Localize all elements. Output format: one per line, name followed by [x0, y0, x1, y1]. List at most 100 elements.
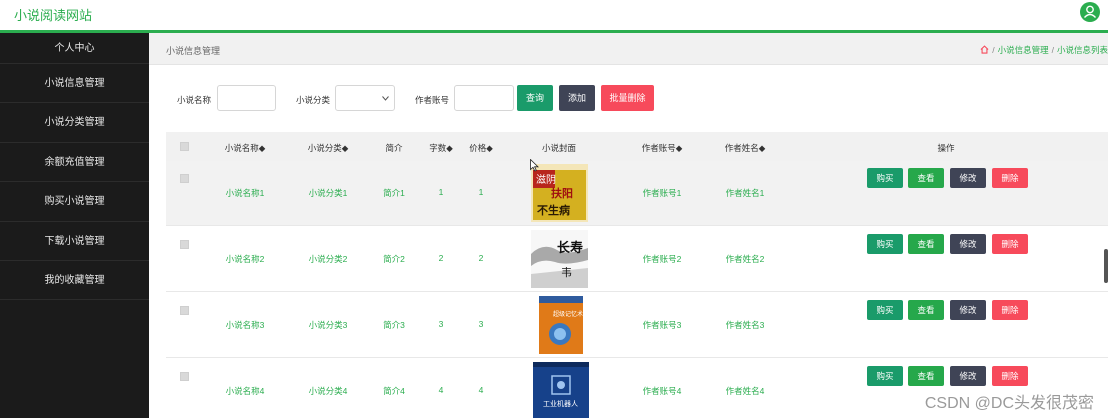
cell-name: 小说名称4 — [225, 386, 265, 396]
top-bar: 小说阅读网站 — [0, 0, 1108, 33]
edit-button[interactable]: 修改 — [950, 234, 986, 254]
sidebar-item-purchase[interactable]: 购买小说管理 — [0, 182, 149, 222]
svg-text:滋阴: 滋阴 — [536, 173, 556, 186]
cell-author-account: 作者账号3 — [642, 320, 682, 330]
svg-text:韦: 韦 — [561, 266, 572, 279]
sidebar-item-favorites[interactable]: 我的收藏管理 — [0, 261, 149, 301]
delete-button[interactable]: 删除 — [992, 300, 1028, 320]
select-all-checkbox[interactable] — [180, 142, 189, 151]
view-button[interactable]: 查看 — [908, 366, 944, 386]
cell-category: 小说分类3 — [308, 320, 348, 330]
edit-button[interactable]: 修改 — [950, 366, 986, 386]
delete-button[interactable]: 删除 — [992, 168, 1028, 188]
buy-button[interactable]: 购买 — [867, 366, 903, 386]
novel-cover-image: 工业机器人 — [533, 362, 589, 418]
table-row: 小说名称1 小说分类1 简介1 1 1 滋阴 扶阳 不生病 作者账号1 作者姓名… — [166, 161, 1108, 226]
cell-intro: 简介1 — [383, 188, 405, 198]
cell-author-account: 作者账号2 — [642, 254, 682, 264]
novel-cover-image: 长寿 韦 — [531, 230, 588, 288]
cell-words: 2 — [438, 253, 444, 263]
view-button[interactable]: 查看 — [908, 300, 944, 320]
user-icon[interactable] — [1080, 2, 1100, 22]
th-actions: 操作 — [937, 143, 955, 153]
novel-cover-image: 滋阴 扶阳 不生病 — [531, 164, 588, 222]
th-name[interactable]: 小说名称◆ — [225, 142, 266, 154]
th-cover: 小说封面 — [541, 143, 577, 153]
svg-text:长寿: 长寿 — [557, 240, 583, 256]
batch-delete-button[interactable]: 批量删除 — [601, 85, 654, 111]
cell-intro: 简介3 — [383, 320, 405, 330]
cell-category: 小说分类4 — [308, 386, 348, 396]
view-button[interactable]: 查看 — [908, 168, 944, 188]
delete-button[interactable]: 删除 — [992, 366, 1028, 386]
novel-table: 小说名称◆ 小说分类◆ 简介 字数◆ 价格◆ 小说封面 作者账号◆ 作者姓名◆ … — [166, 132, 1108, 418]
category-select[interactable] — [335, 85, 395, 111]
cell-price: 1 — [478, 187, 484, 197]
svg-text:工业机器人: 工业机器人 — [543, 399, 578, 408]
cell-name: 小说名称2 — [225, 254, 265, 264]
name-search-input[interactable] — [217, 85, 276, 111]
cell-price: 4 — [478, 385, 484, 395]
sidebar-item-profile[interactable]: 个人中心 — [0, 33, 149, 64]
main-content: 小说信息管理 / 小说信息管理 / 小说信息列表 小说名称 小说分类 作者账号 查询 … — [149, 33, 1108, 418]
sidebar-item-novel-info[interactable]: 小说信息管理 — [0, 64, 149, 104]
svg-text:超级记忆术: 超级记忆术 — [553, 310, 583, 318]
cell-price: 3 — [478, 319, 484, 329]
cell-category: 小说分类2 — [308, 254, 348, 264]
mouse-cursor-icon — [530, 158, 539, 174]
sidebar-item-novel-category[interactable]: 小说分类管理 — [0, 103, 149, 143]
row-checkbox[interactable] — [180, 174, 189, 183]
cell-author-name: 作者姓名2 — [725, 254, 765, 264]
chevron-down-icon — [382, 96, 389, 101]
query-button[interactable]: 查询 — [517, 85, 553, 111]
cell-author-name: 作者姓名1 — [725, 188, 765, 198]
category-label: 小说分类 — [296, 95, 331, 105]
row-checkbox[interactable] — [180, 240, 189, 249]
th-intro: 简介 — [385, 143, 403, 153]
sidebar: 个人中心 小说信息管理 小说分类管理 余额充值管理 购买小说管理 下载小说管理 … — [0, 33, 149, 418]
name-label: 小说名称 — [177, 95, 212, 105]
delete-button[interactable]: 删除 — [992, 234, 1028, 254]
cell-words: 1 — [438, 187, 444, 197]
buy-button[interactable]: 购买 — [867, 234, 903, 254]
table-row: 小说名称3 小说分类3 简介3 3 3 超级记忆术 作者账号3 作者姓名3 购买… — [166, 293, 1108, 358]
cell-intro: 简介2 — [383, 254, 405, 264]
th-price[interactable]: 价格◆ — [469, 142, 493, 154]
buy-button[interactable]: 购买 — [867, 300, 903, 320]
cell-category: 小说分类1 — [308, 188, 348, 198]
row-checkbox[interactable] — [180, 306, 189, 315]
th-category[interactable]: 小说分类◆ — [308, 142, 349, 154]
cell-author-account: 作者账号1 — [642, 188, 682, 198]
watermark: CSDN @DC头发很茂密 — [924, 395, 1094, 412]
cell-price: 2 — [478, 253, 484, 263]
page-scrollbar[interactable] — [1104, 249, 1108, 283]
svg-text:扶阳: 扶阳 — [551, 186, 573, 200]
th-author-account[interactable]: 作者账号◆ — [642, 142, 683, 154]
svg-text:不生病: 不生病 — [537, 203, 570, 217]
cell-author-account: 作者账号4 — [642, 386, 682, 396]
row-checkbox[interactable] — [180, 372, 189, 381]
author-label: 作者账号 — [415, 95, 450, 105]
add-button[interactable]: 添加 — [559, 85, 595, 111]
site-title: 小说阅读网站 — [14, 8, 93, 23]
cell-author-name: 作者姓名3 — [725, 320, 765, 330]
th-author-name[interactable]: 作者姓名◆ — [725, 142, 766, 154]
edit-button[interactable]: 修改 — [950, 168, 986, 188]
cell-words: 3 — [438, 319, 444, 329]
edit-button[interactable]: 修改 — [950, 300, 986, 320]
table-row: 小说名称2 小说分类2 简介2 2 2 长寿 韦 作者账号2 作者姓名2 购买 … — [166, 227, 1108, 292]
cell-name: 小说名称1 — [225, 188, 265, 198]
th-words[interactable]: 字数◆ — [429, 142, 453, 154]
cell-intro: 简介4 — [383, 386, 405, 396]
view-button[interactable]: 查看 — [908, 234, 944, 254]
novel-cover-image: 超级记忆术 — [539, 296, 583, 354]
cell-name: 小说名称3 — [225, 320, 265, 330]
author-search-input[interactable] — [454, 85, 514, 111]
buy-button[interactable]: 购买 — [867, 168, 903, 188]
search-bar: 小说名称 小说分类 作者账号 查询 添加 批量删除 — [149, 33, 1108, 131]
cell-words: 4 — [438, 385, 444, 395]
table-header: 小说名称◆ 小说分类◆ 简介 字数◆ 价格◆ 小说封面 作者账号◆ 作者姓名◆ … — [166, 132, 1108, 161]
cell-author-name: 作者姓名4 — [725, 386, 765, 396]
sidebar-item-recharge[interactable]: 余额充值管理 — [0, 143, 149, 183]
sidebar-item-download[interactable]: 下载小说管理 — [0, 222, 149, 261]
